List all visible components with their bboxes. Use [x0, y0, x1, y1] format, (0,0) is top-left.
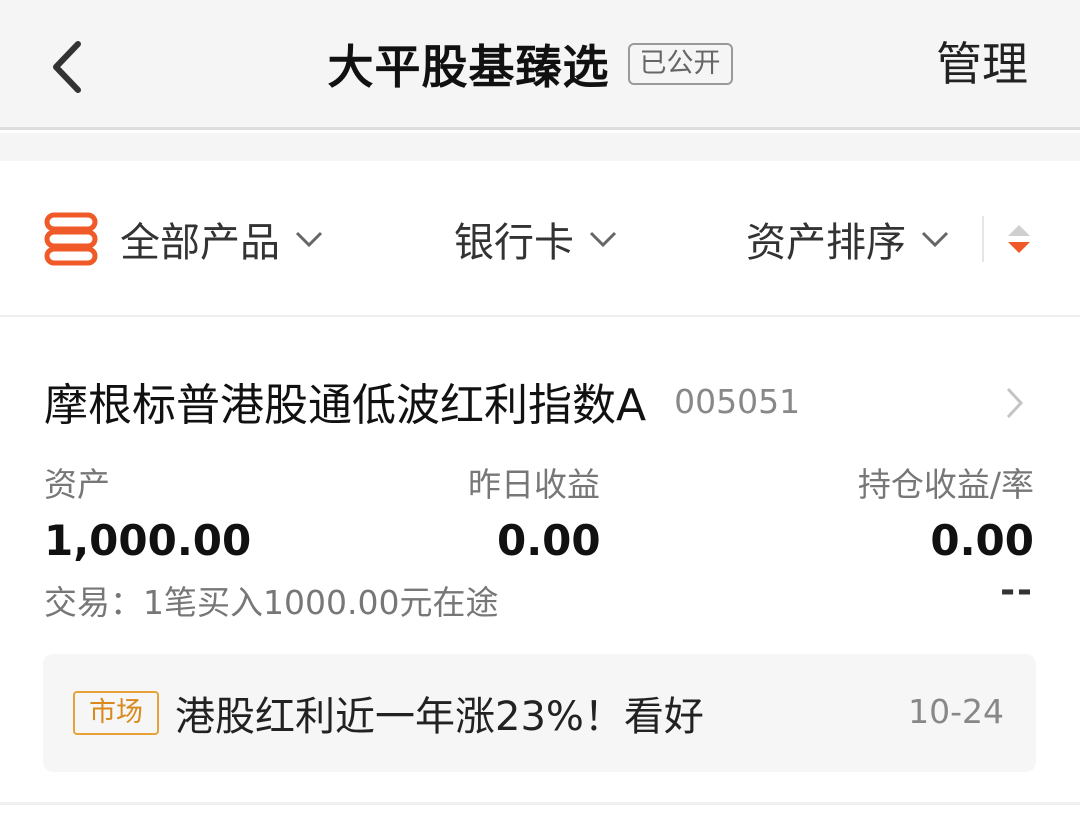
public-status-badge: 已公开 — [627, 43, 733, 85]
sort-toggle-icon[interactable] — [1004, 221, 1034, 257]
section-gap — [0, 133, 1080, 161]
filter-asset-sort[interactable]: 资产排序 — [746, 161, 950, 317]
nav-bar: 大平股基臻选 已公开 管理 — [0, 0, 1080, 130]
trade-status-text[interactable]: 交易：1笔买入1000.00元在途 — [44, 576, 498, 624]
filter-asset-sort-label: 资产排序 — [746, 220, 906, 266]
list-stack-icon — [44, 212, 98, 266]
fund-code: 005051 — [674, 381, 801, 421]
bottom-divider — [0, 802, 1080, 805]
holding-earnings-label: 持仓收益/率 — [857, 465, 1034, 504]
fund-card[interactable]: 摩根标普港股通低波红利指数A 005051 资产 昨日收益 持仓收益/率 1,0… — [0, 318, 1080, 805]
yesterday-earnings-label: 昨日收益 — [468, 465, 600, 504]
news-date: 10-24 — [908, 692, 1004, 731]
filter-bank-card[interactable]: 银行卡 — [454, 161, 618, 317]
holding-earnings-value: 0.00 — [930, 516, 1034, 565]
page-title: 大平股基臻选 — [327, 40, 610, 94]
filter-bank-card-label: 银行卡 — [454, 220, 574, 266]
chevron-down-icon — [589, 231, 617, 248]
chevron-down-icon — [921, 231, 949, 248]
manage-button[interactable]: 管理 — [936, 34, 1028, 94]
news-title: 港股红利近一年涨23%！看好 — [175, 694, 704, 740]
news-tag: 市场 — [73, 691, 159, 735]
filter-divider — [982, 216, 984, 262]
filter-all-products-label: 全部产品 — [120, 220, 280, 266]
chevron-down-icon — [295, 231, 323, 248]
nav-title-group: 大平股基臻选 已公开 — [0, 0, 1080, 128]
asset-value: 1,000.00 — [44, 516, 252, 565]
asset-label: 资产 — [44, 465, 110, 504]
holding-rate-value: -- — [1000, 570, 1034, 611]
fund-header[interactable]: 摩根标普港股通低波红利指数A 005051 — [44, 366, 1040, 436]
yesterday-earnings-value: 0.00 — [497, 516, 601, 565]
filter-all-products[interactable]: 全部产品 — [44, 161, 324, 317]
fund-name: 摩根标普港股通低波红利指数A — [44, 380, 647, 431]
market-news-item[interactable]: 市场 港股红利近一年涨23%！看好 10-24 — [43, 654, 1036, 772]
chevron-right-icon — [1006, 387, 1024, 419]
filter-bar: 全部产品 银行卡 资产排序 — [0, 161, 1080, 317]
